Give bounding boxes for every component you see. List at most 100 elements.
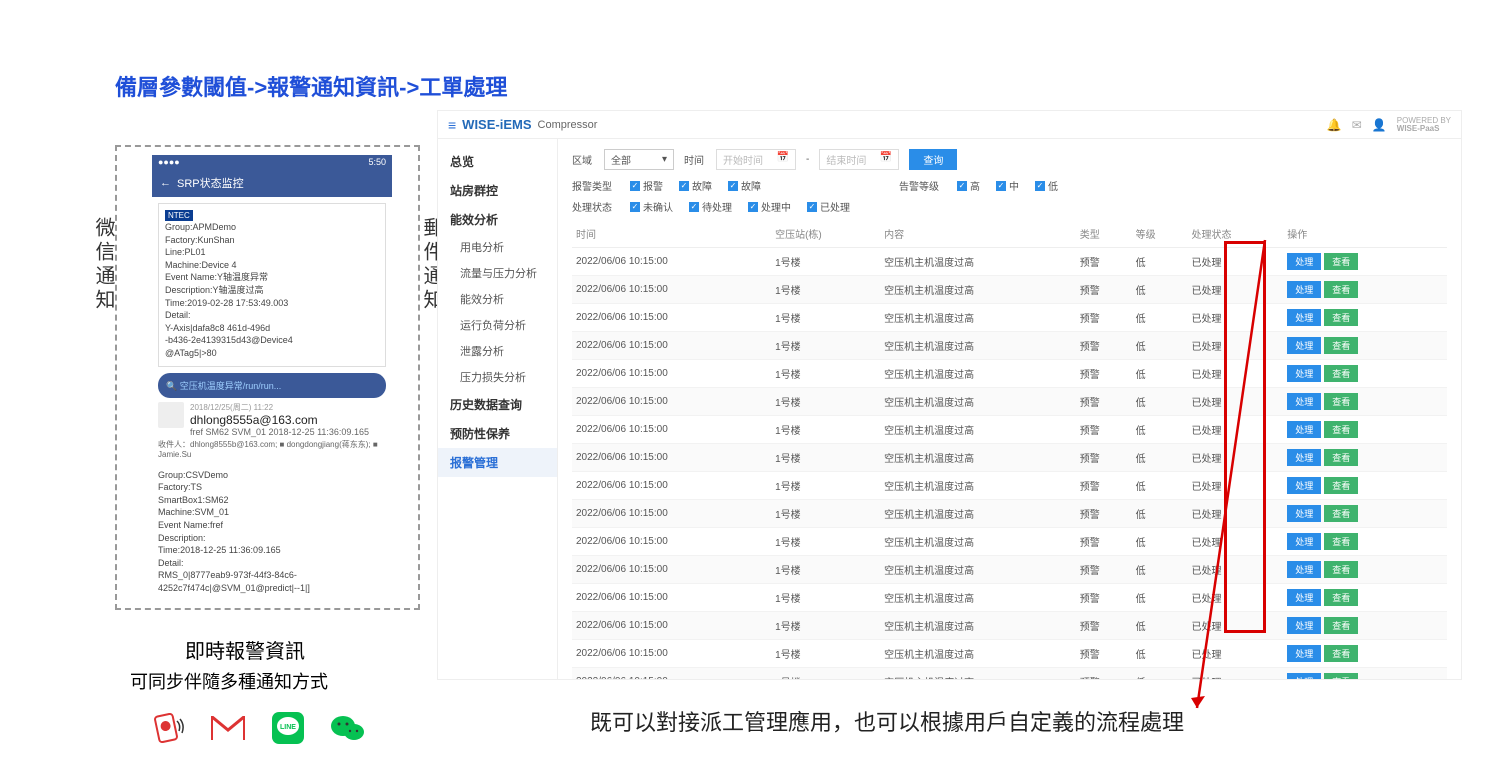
col-header: 操作 [1283,220,1447,248]
wechat-line: Factory:KunShan [165,234,379,247]
mail-icon[interactable]: ✉ [1352,118,1362,132]
sidebar-item[interactable]: 预防性保养 [438,419,557,448]
view-button[interactable]: 查看 [1324,561,1358,578]
view-button[interactable]: 查看 [1324,253,1358,270]
phone-input-hint[interactable]: 🔍 空压机温度异常/run/run... [158,373,386,398]
wechat-line: Group:APMDemo [165,221,379,234]
process-button[interactable]: 处理 [1287,309,1321,326]
wechat-line: Machine:Device 4 [165,259,379,272]
menu-icon[interactable]: ≡ [448,117,456,133]
process-button[interactable]: 处理 [1287,421,1321,438]
col-header: 等级 [1132,220,1188,248]
view-button[interactable]: 查看 [1324,421,1358,438]
email-body-line: SmartBox1:SM62 [158,494,386,507]
view-button[interactable]: 查看 [1324,449,1358,466]
email-subject: fref SM62 SVM_01 2018-12-25 11:36:09.165 [190,427,369,437]
email-body-line: Machine:SVM_01 [158,506,386,519]
view-button[interactable]: 查看 [1324,673,1358,679]
sidebar-item[interactable]: 压力损失分析 [438,364,557,390]
process-button[interactable]: 处理 [1287,253,1321,270]
checkbox[interactable]: ✓低 [1035,178,1058,193]
process-button[interactable]: 处理 [1287,617,1321,634]
sidebar-item[interactable]: 报警管理 [438,448,557,477]
process-button[interactable]: 处理 [1287,589,1321,606]
process-button[interactable]: 处理 [1287,281,1321,298]
checkbox[interactable]: ✓报警 [630,178,663,193]
process-button[interactable]: 处理 [1287,477,1321,494]
checkbox[interactable]: ✓故障 [679,178,712,193]
process-button[interactable]: 处理 [1287,673,1321,679]
alarm-level-label: 告警等级 [899,178,939,193]
view-button[interactable]: 查看 [1324,477,1358,494]
area-select[interactable]: 全部▾ [604,149,674,170]
sidebar-item[interactable]: 能效分析 [438,205,557,234]
wechat-line: Description:Y轴温度过高 [165,284,379,297]
process-button[interactable]: 处理 [1287,365,1321,382]
icons-row: LINE [150,712,366,744]
process-button[interactable]: 处理 [1287,337,1321,354]
sidebar-item[interactable]: 泄露分析 [438,338,557,364]
view-button[interactable]: 查看 [1324,393,1358,410]
sidebar-item[interactable]: 运行负荷分析 [438,312,557,338]
clock: 5:50 [368,157,386,167]
view-button[interactable]: 查看 [1324,617,1358,634]
brand-sub: Compressor [538,119,598,131]
back-icon[interactable]: ← [160,177,171,189]
user-icon[interactable]: 👤 [1372,118,1387,132]
sidebar: 总览站房群控能效分析用电分析流量与压力分析能效分析运行负荷分析泄露分析压力损失分… [438,139,558,679]
table-row: 2022/06/06 10:15:001号楼空压机主机温度过高预警低已处理处理查… [572,360,1447,388]
table-row: 2022/06/06 10:15:001号楼空压机主机温度过高预警低已处理处理查… [572,528,1447,556]
view-button[interactable]: 查看 [1324,281,1358,298]
checkbox[interactable]: ✓中 [996,178,1019,193]
checkbox[interactable]: ✓待处理 [689,199,732,214]
table-row: 2022/06/06 10:15:001号楼空压机主机温度过高预警低已处理处理查… [572,612,1447,640]
phone-statusbar: ●●●● 5:50 [152,155,392,169]
view-button[interactable]: 查看 [1324,533,1358,550]
view-button[interactable]: 查看 [1324,589,1358,606]
caption-realtime: 即時報警資訊 [185,635,305,664]
process-button[interactable]: 处理 [1287,533,1321,550]
sidebar-item[interactable]: 总览 [438,147,557,176]
checkbox[interactable]: ✓故障 [728,178,761,193]
view-button[interactable]: 查看 [1324,337,1358,354]
email-body-line: RMS_0|8777eab9-973f-44f3-84c6-4252c7f474… [158,569,386,594]
process-button[interactable]: 处理 [1287,393,1321,410]
sidebar-item[interactable]: 站房群控 [438,176,557,205]
table-row: 2022/06/06 10:15:001号楼空压机主机温度过高预警低已处理处理查… [572,416,1447,444]
table-row: 2022/06/06 10:15:001号楼空压机主机温度过高预警低已处理处理查… [572,332,1447,360]
status-label: 处理状态 [572,199,612,214]
phone-header: ← SRP状态监控 [152,169,392,197]
checkbox[interactable]: ✓已处理 [807,199,850,214]
email-body-line: Event Name:fref [158,519,386,532]
view-button[interactable]: 查看 [1324,365,1358,382]
query-button[interactable]: 查询 [909,149,957,170]
process-button[interactable]: 处理 [1287,505,1321,522]
avatar [158,402,184,428]
sidebar-item[interactable]: 能效分析 [438,286,557,312]
wechat-line: Time:2019-02-28 17:53:49.003 [165,297,379,310]
bell-icon[interactable]: 🔔 [1327,118,1342,132]
checkbox[interactable]: ✓未确认 [630,199,673,214]
view-button[interactable]: 查看 [1324,309,1358,326]
end-date[interactable]: 结束时间📅 [819,149,899,170]
start-date[interactable]: 开始时间📅 [716,149,796,170]
process-button[interactable]: 处理 [1287,645,1321,662]
wechat-card: NTEC Group:APMDemoFactory:KunShanLine:PL… [158,203,386,367]
table-row: 2022/06/06 10:15:001号楼空压机主机温度过高预警低已处理处理查… [572,640,1447,668]
view-button[interactable]: 查看 [1324,505,1358,522]
caption-multichannel: 可同步伴隨多種通知方式 [130,668,328,694]
sidebar-item[interactable]: 历史数据查询 [438,390,557,419]
wechat-line: Detail: [165,309,379,322]
checkbox[interactable]: ✓高 [957,178,980,193]
table-row: 2022/06/06 10:15:001号楼空压机主机温度过高预警低已处理处理查… [572,388,1447,416]
sidebar-item[interactable]: 用电分析 [438,234,557,260]
view-button[interactable]: 查看 [1324,645,1358,662]
process-button[interactable]: 处理 [1287,449,1321,466]
brand: WISE-iEMS [462,117,531,132]
filter-row-3: 处理状态 ✓未确认 ✓待处理 ✓处理中 ✓已处理 [572,199,1447,214]
checkbox[interactable]: ✓处理中 [748,199,791,214]
topbar: ≡ WISE-iEMS Compressor 🔔 ✉ 👤 POWERED BYW… [438,111,1461,139]
wechat-line: @ATag5|>80 [165,347,379,360]
process-button[interactable]: 处理 [1287,561,1321,578]
sidebar-item[interactable]: 流量与压力分析 [438,260,557,286]
